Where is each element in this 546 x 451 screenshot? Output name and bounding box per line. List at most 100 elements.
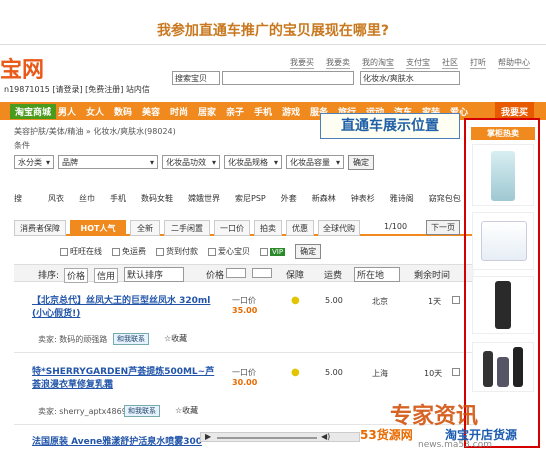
item-remaining-1: 1天	[428, 297, 442, 306]
remaining-header: 剩余时间	[414, 271, 451, 281]
filter-effect[interactable]: 化妆品功效 ▾	[162, 155, 220, 169]
item-select-checkbox-2[interactable]	[452, 368, 460, 376]
ad-product-4[interactable]	[472, 342, 534, 392]
watermark-sub1: 53货源网	[360, 428, 413, 442]
breadcrumb[interactable]: 美容护肤/美体/精油 » 化妆水/爽肤水(98024)	[14, 126, 176, 137]
sort-credit-button[interactable]: 信用	[94, 268, 119, 283]
ad-product-2[interactable]	[472, 212, 534, 270]
item-title-2[interactable]: 特*SHERRYGARDEN芦荟提炼500ML~芦荟浪漫衣草修复乳霜	[32, 364, 222, 390]
filter-confirm-button[interactable]: 确定	[348, 155, 374, 170]
top-link-community[interactable]: 社区	[442, 57, 458, 69]
price-min-input[interactable]	[226, 268, 246, 278]
tab-second-hand[interactable]: 二手闲置	[164, 220, 210, 236]
nav-item-3[interactable]: 美容	[142, 105, 160, 118]
top-link-alipay[interactable]: 支付宝	[406, 57, 430, 69]
nav-item-4[interactable]: 时尚	[170, 105, 188, 118]
ad-product-3[interactable]	[472, 276, 534, 334]
top-link-ask[interactable]: 打听	[470, 57, 486, 69]
checkbox-box[interactable]	[208, 247, 216, 256]
nav-item-5[interactable]: 居家	[198, 105, 216, 118]
search-scope-select[interactable]: 搜索宝贝	[172, 71, 220, 85]
tab-global[interactable]: 全球代购	[318, 220, 360, 236]
user-status-line[interactable]: n19871015 [请登录] [免费注册] 站内信	[4, 84, 150, 95]
favorite-button-2[interactable]: ☆收藏	[175, 405, 198, 416]
favorite-button-1[interactable]: ☆收藏	[164, 333, 187, 344]
seek-track[interactable]	[217, 437, 317, 439]
brand-link-7[interactable]: 新森林	[312, 193, 336, 204]
sort-price-button[interactable]: 价格	[64, 268, 89, 283]
brand-link-2[interactable]: 手机	[110, 193, 126, 204]
top-link-my-taobao[interactable]: 我的淘宝	[362, 57, 394, 69]
ad-product-1[interactable]	[472, 144, 534, 206]
brand-link-4[interactable]: 嫦娥世界	[188, 193, 220, 204]
checkbox-cod[interactable]: 货到付款	[156, 246, 198, 257]
brand-link-6[interactable]: 外套	[281, 193, 297, 204]
product-image	[491, 151, 515, 201]
filter-brand[interactable]: 品牌 ▾	[58, 155, 158, 169]
checkbox-free-shipping[interactable]: 免运费	[112, 246, 146, 257]
pager-next-button[interactable]: 下一页	[426, 220, 460, 235]
brand-link-8[interactable]: 钟表杉	[351, 193, 375, 204]
price-max-input[interactable]	[252, 268, 272, 278]
guarantee-icon: ●	[291, 367, 300, 378]
item-title-1[interactable]: 【北京总代】丝凤大王的巨型丝凤水 320ml (小心假货!)	[32, 293, 222, 319]
brand-link-5[interactable]: 索尼PSP	[235, 193, 266, 204]
checkbox-vip[interactable]: VIP	[260, 247, 286, 256]
item-seller-2[interactable]: 卖家: sherry_aptx4869	[38, 406, 127, 417]
nav-item-2[interactable]: 数码	[114, 105, 132, 118]
sort-default-select[interactable]: 默认排序	[124, 267, 184, 282]
brand-search-label: 搜	[14, 194, 22, 203]
ad-column-header: 掌柜热卖	[471, 127, 535, 140]
search-input[interactable]	[222, 71, 354, 85]
item-shipping-1: 5.00	[325, 296, 343, 305]
nav-item-1[interactable]: 女人	[86, 105, 104, 118]
brand-link-10[interactable]: 窈窕包包	[429, 193, 461, 204]
volume-icon[interactable]: ◀)	[321, 432, 330, 441]
guarantee-header: 保障	[286, 271, 305, 281]
nav-item-8[interactable]: 游戏	[282, 105, 300, 118]
item-select-checkbox-1[interactable]	[452, 296, 460, 304]
tab-auction[interactable]: 拍卖	[254, 220, 282, 236]
brand-link-3[interactable]: 数码女鞋	[141, 193, 173, 204]
checkbox-box[interactable]	[60, 247, 68, 256]
item-title-3[interactable]: 法国原装 Avene雅漾舒护活泉水喷雾300ML	[32, 434, 202, 447]
product-image	[481, 221, 527, 261]
top-link-help[interactable]: 帮助中心	[498, 57, 530, 69]
nav-item-7[interactable]: 手机	[254, 105, 272, 118]
contact-seller-button-1[interactable]: 和我联系	[113, 333, 149, 345]
brand-link-1[interactable]: 丝巾	[79, 193, 95, 204]
contact-seller-button-2[interactable]: 和我联系	[124, 405, 160, 417]
brand-link-0[interactable]: 风衣	[48, 193, 64, 204]
tab-hot[interactable]: HOT人气	[70, 220, 126, 236]
filter-volume[interactable]: 化妆品容量 ▾	[286, 155, 344, 169]
item-price-label-1: 一口价	[232, 296, 256, 305]
tab-consumer-protection[interactable]: 消费者保障	[14, 220, 66, 236]
filter-checkboxes: 旺旺在线 免运费 货到付款 爱心宝贝 VIP 确定	[60, 244, 322, 259]
chevron-down-icon: ▾	[45, 157, 50, 167]
brand-link-9[interactable]: 雅诗阁	[390, 193, 414, 204]
checkbox-confirm-button[interactable]: 确定	[295, 244, 322, 259]
checkbox-box[interactable]	[156, 247, 164, 256]
tab-fixed-price[interactable]: 一口价	[214, 220, 250, 236]
shipping-header: 运费	[324, 271, 343, 281]
top-link-buy[interactable]: 我要买	[290, 57, 314, 69]
nav-item-6[interactable]: 亲子	[226, 105, 244, 118]
media-player-bar[interactable]: ▶ ◀)	[200, 432, 360, 442]
site-logo[interactable]: 宝网	[0, 52, 44, 84]
tab-discount[interactable]: 优惠	[286, 220, 314, 236]
chevron-down-icon: ▾	[335, 157, 340, 167]
top-link-sell[interactable]: 我要卖	[326, 57, 350, 69]
checkbox-online[interactable]: 旺旺在线	[60, 246, 102, 257]
search-category-select[interactable]: 化妆水/爽肤水	[360, 71, 460, 85]
checkbox-charity[interactable]: 爱心宝贝	[208, 246, 250, 257]
play-icon[interactable]: ▶	[205, 432, 211, 441]
location-select[interactable]: 所在地	[354, 267, 400, 282]
nav-item-0[interactable]: 男人	[58, 105, 76, 118]
filter-water-type[interactable]: 水分类 ▾	[14, 155, 54, 169]
filter-spec[interactable]: 化妆品规格 ▾	[224, 155, 282, 169]
checkbox-box[interactable]	[112, 247, 120, 256]
checkbox-box[interactable]	[260, 247, 268, 256]
tab-new[interactable]: 全新	[130, 220, 160, 236]
sort-bar: 排序: 价格 信用 默认排序 价格 保障 运费 所在地 剩余时间	[14, 264, 474, 283]
item-seller-1[interactable]: 卖家: 数码的顽强路	[38, 334, 107, 345]
